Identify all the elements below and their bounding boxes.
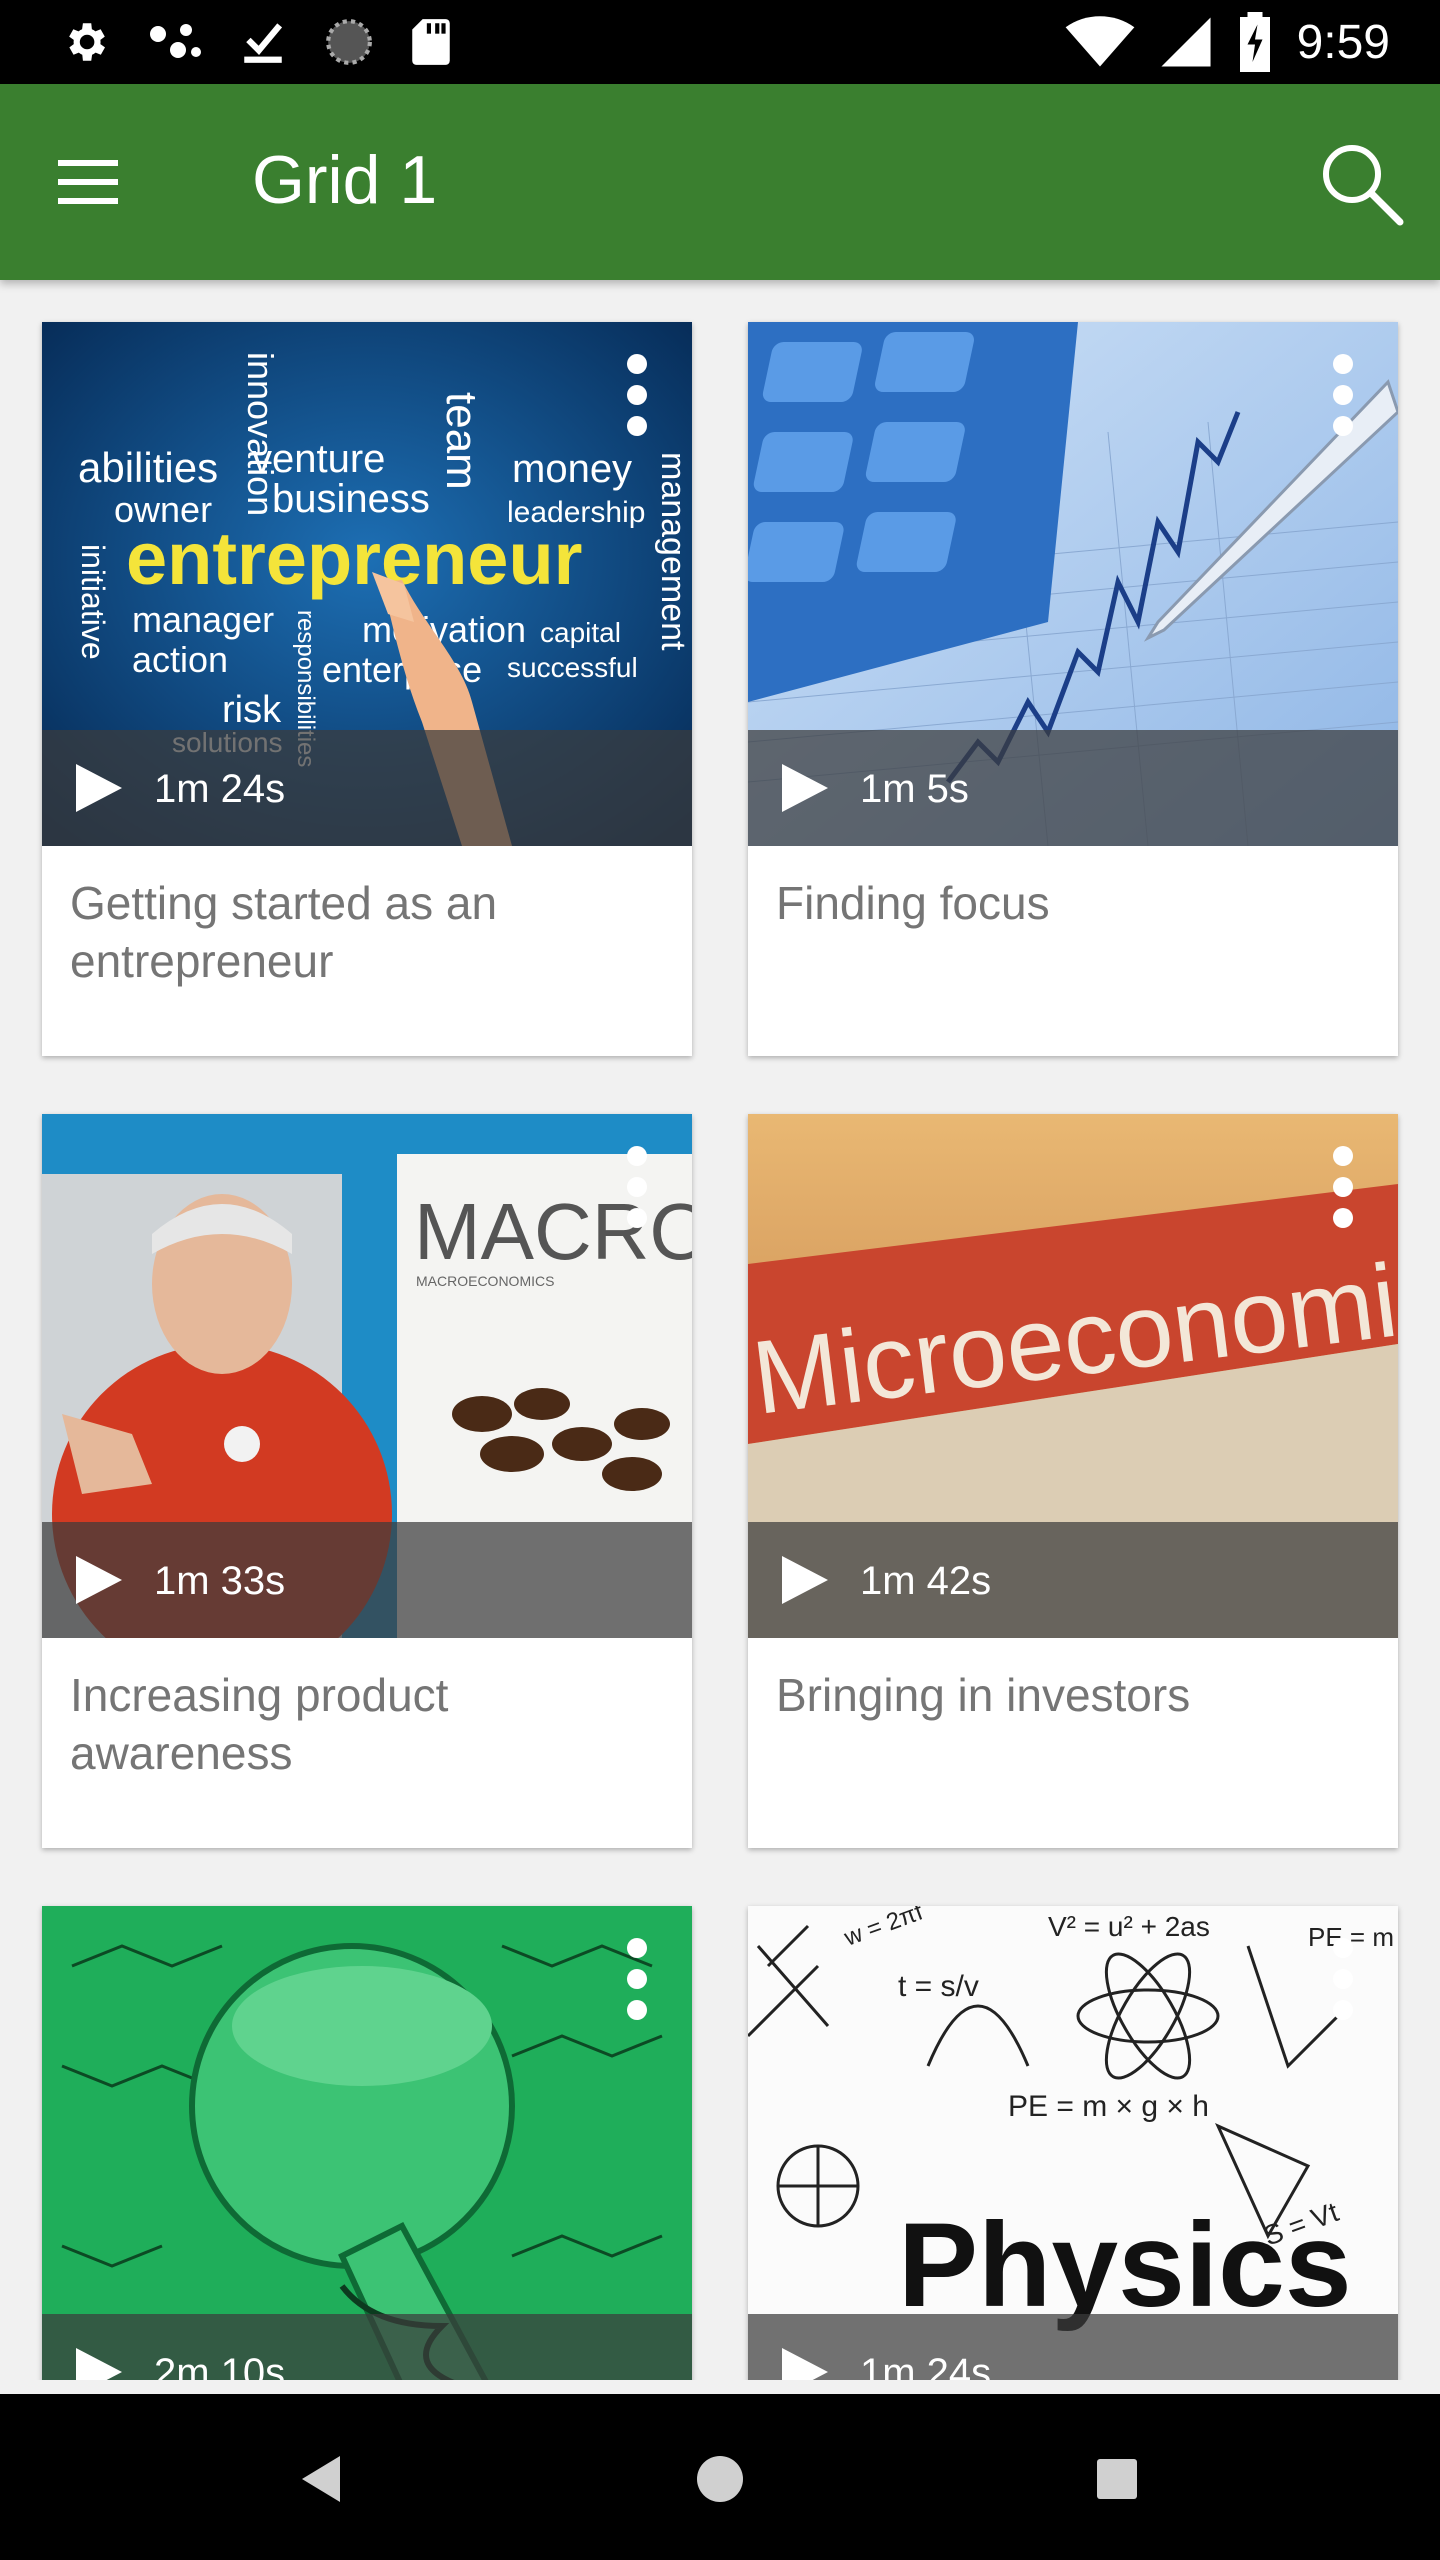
- sync-icon: [326, 19, 372, 65]
- book-cover-subtitle: MACROECONOMICS: [416, 1273, 554, 1289]
- duration-label: 1m 33s: [154, 1559, 286, 1603]
- video-thumbnail: Microeconomics 1m 42s: [748, 1114, 1398, 1638]
- play-icon: [76, 2348, 122, 2380]
- video-card[interactable]: 2m 10s: [42, 1906, 692, 2380]
- word: business: [272, 477, 430, 521]
- battery-charging-icon: [1239, 12, 1270, 72]
- duration-overlay: 1m 24s: [748, 2314, 1398, 2380]
- network-dots-icon: [150, 24, 201, 58]
- thumbnail-art: [42, 1906, 692, 2380]
- status-bar: 9:59: [0, 0, 1440, 84]
- play-icon: [782, 764, 828, 812]
- card-title: Increasing product awareness: [70, 1669, 449, 1779]
- formula: PE = m × g × h: [1008, 2090, 1209, 2123]
- card-title: Bringing in investors: [776, 1669, 1191, 1721]
- menu-button[interactable]: [52, 144, 142, 220]
- more-options-icon[interactable]: [1328, 350, 1358, 440]
- duration-label: 2m 10s: [154, 2351, 286, 2380]
- card-title: Finding focus: [776, 877, 1050, 929]
- word: innovation: [240, 352, 281, 516]
- back-icon[interactable]: [278, 2434, 368, 2524]
- search-button[interactable]: [1314, 136, 1410, 232]
- more-options-icon[interactable]: [622, 1934, 652, 2024]
- play-icon: [76, 1556, 122, 1604]
- duration-label: 1m 24s: [860, 2351, 992, 2380]
- status-left-icons: [60, 14, 452, 70]
- play-icon: [782, 2348, 828, 2380]
- word-highlight: entrepreneur: [126, 517, 582, 600]
- video-card[interactable]: MACRO MACROECONOMICS 1m 33s Increasing p…: [42, 1114, 692, 1848]
- word: team: [437, 392, 486, 490]
- word: motivation: [362, 609, 526, 650]
- video-thumbnail: MACRO MACROECONOMICS 1m 33s: [42, 1114, 692, 1638]
- formula: t = s/v: [898, 1970, 979, 2003]
- big-word: Physics: [898, 2198, 1352, 2332]
- word: successful: [507, 652, 638, 683]
- card-title: Getting started as an entrepreneur: [70, 877, 498, 987]
- play-icon: [76, 764, 122, 812]
- home-icon[interactable]: [675, 2434, 765, 2524]
- duration-label: 1m 5s: [860, 767, 969, 811]
- search-icon: [1323, 145, 1404, 226]
- system-nav-bar: [0, 2394, 1440, 2560]
- duration-overlay: 1m 5s: [748, 730, 1398, 846]
- more-options-icon[interactable]: [622, 1142, 652, 1232]
- video-card[interactable]: abilities owner venture business money l…: [42, 322, 692, 1056]
- word: manager: [132, 599, 274, 640]
- word: abilities: [78, 444, 218, 491]
- status-right-icons: 9:59: [1065, 10, 1390, 74]
- video-thumbnail: 2m 10s: [42, 1906, 692, 2380]
- video-thumbnail: V² = u² + 2as PE = m × g × h S = Vt t = …: [748, 1906, 1398, 2380]
- thumbnail-art: V² = u² + 2as PE = m × g × h S = Vt t = …: [748, 1906, 1398, 2380]
- signal-icon: [1161, 17, 1211, 67]
- word: management: [654, 452, 692, 651]
- word: risk: [222, 689, 282, 731]
- duration-overlay: 1m 42s: [748, 1522, 1398, 1638]
- video-card[interactable]: V² = u² + 2as PE = m × g × h S = Vt t = …: [748, 1906, 1398, 2380]
- more-options-icon[interactable]: [1328, 1142, 1358, 1232]
- wifi-icon: [1065, 16, 1134, 67]
- duration-overlay: 1m 33s: [42, 1522, 692, 1638]
- download-done-icon: [244, 23, 283, 63]
- duration-overlay: 2m 10s: [42, 2314, 692, 2380]
- duration-label: 1m 42s: [860, 1559, 992, 1603]
- word: action: [132, 639, 228, 680]
- menu-icon: [58, 160, 118, 204]
- video-card[interactable]: Microeconomics 1m 42s Bringing in invest…: [748, 1114, 1398, 1848]
- sd-card-icon: [412, 19, 450, 65]
- word: initiative: [75, 544, 111, 660]
- settings-icon: [69, 23, 105, 61]
- video-thumbnail: abilities owner venture business money l…: [42, 322, 692, 846]
- status-time: 9:59: [1296, 15, 1390, 69]
- word: money: [512, 447, 632, 491]
- duration-label: 1m 24s: [154, 767, 286, 811]
- more-options-icon[interactable]: [1328, 1934, 1358, 2024]
- recents-icon[interactable]: [1072, 2434, 1162, 2524]
- app-bar: Grid 1: [0, 84, 1440, 280]
- video-thumbnail: 1m 5s: [748, 322, 1398, 846]
- duration-overlay: 1m 24s: [42, 730, 692, 846]
- video-grid: abilities owner venture business money l…: [0, 280, 1440, 2380]
- more-options-icon[interactable]: [622, 350, 652, 440]
- page-title: Grid 1: [252, 142, 438, 218]
- video-card[interactable]: 1m 5s Finding focus: [748, 322, 1398, 1056]
- play-icon: [782, 1556, 828, 1604]
- formula: V² = u² + 2as: [1048, 1911, 1210, 1942]
- word: capital: [540, 617, 621, 648]
